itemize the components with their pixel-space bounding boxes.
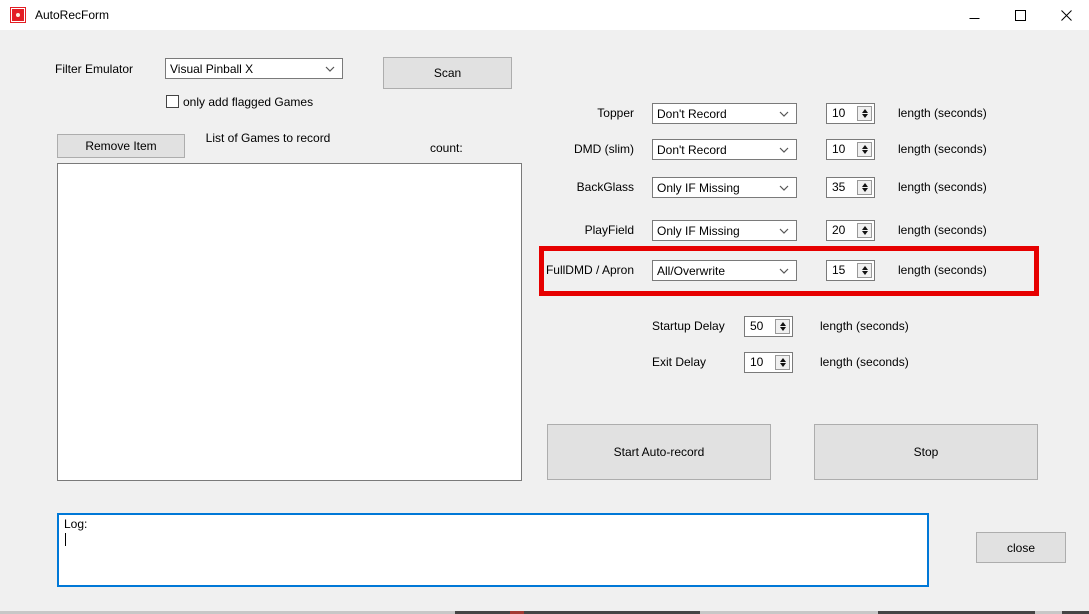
startup-delay-value: 50 — [750, 317, 763, 336]
arrow-down-icon[interactable] — [862, 231, 868, 235]
record-row-label: Topper — [470, 103, 634, 124]
chevron-down-icon — [779, 185, 789, 191]
length-spinner[interactable]: 10 — [826, 103, 875, 124]
up-down-arrows-icon[interactable] — [775, 355, 790, 370]
close-button[interactable]: close — [976, 532, 1066, 563]
record-mode-value: Don't Record — [657, 107, 727, 121]
arrow-up-icon[interactable] — [862, 145, 868, 149]
up-down-arrows-icon[interactable] — [857, 106, 872, 121]
minimize-button[interactable] — [951, 0, 997, 30]
length-spinner[interactable]: 20 — [826, 220, 875, 241]
start-auto-record-label: Start Auto-record — [614, 445, 705, 459]
length-unit-label: length (seconds) — [898, 177, 987, 198]
startup-delay-row: Startup Delay 50 length (seconds) — [0, 316, 1089, 337]
record-icon-ring — [16, 13, 20, 17]
up-down-arrows-icon[interactable] — [857, 263, 872, 278]
length-unit-label: length (seconds) — [898, 220, 987, 241]
up-down-arrows-icon[interactable] — [775, 319, 790, 334]
arrow-up-icon[interactable] — [862, 183, 868, 187]
arrow-up-icon[interactable] — [862, 226, 868, 230]
chevron-down-icon — [779, 147, 789, 153]
record-row-label: PlayField — [470, 220, 634, 241]
record-mode-value: Don't Record — [657, 143, 727, 157]
minimize-icon — [969, 10, 980, 21]
up-down-arrows-icon[interactable] — [857, 180, 872, 195]
arrow-down-icon[interactable] — [862, 271, 868, 275]
record-mode-select[interactable]: Don't Record — [652, 103, 797, 124]
maximize-icon — [1015, 10, 1026, 21]
length-unit-label: length (seconds) — [820, 316, 909, 337]
record-row-topper: Topper Don't Record 10 length (seconds) — [0, 103, 1089, 124]
chevron-down-icon — [779, 228, 789, 234]
scan-button[interactable]: Scan — [383, 57, 512, 89]
log-text: Log: — [64, 517, 87, 531]
length-spinner[interactable]: 35 — [826, 177, 875, 198]
record-row-playfield: PlayField Only IF Missing 20 length (sec… — [0, 220, 1089, 241]
length-unit-label: length (seconds) — [898, 260, 987, 281]
chevron-down-icon — [779, 111, 789, 117]
record-row-label: DMD (slim) — [470, 139, 634, 160]
startup-delay-label: Startup Delay — [652, 316, 725, 337]
record-mode-value: All/Overwrite — [657, 264, 725, 278]
arrow-down-icon[interactable] — [862, 150, 868, 154]
autorecform-window: AutoRecForm Filter Emulator Visual Pinba… — [0, 0, 1089, 614]
exit-delay-spinner[interactable]: 10 — [744, 352, 793, 373]
length-value: 15 — [832, 261, 845, 280]
record-mode-select[interactable]: Only IF Missing — [652, 177, 797, 198]
chevron-down-icon — [779, 268, 789, 274]
log-textarea[interactable]: Log: — [57, 513, 929, 587]
length-unit-label: length (seconds) — [898, 103, 987, 124]
record-row-label: FullDMD / Apron — [470, 260, 634, 281]
exit-delay-value: 10 — [750, 353, 763, 372]
record-mode-value: Only IF Missing — [657, 181, 740, 195]
arrow-up-icon[interactable] — [780, 322, 786, 326]
window-title: AutoRecForm — [35, 8, 109, 22]
record-row-label: BackGlass — [470, 177, 634, 198]
arrow-up-icon[interactable] — [862, 266, 868, 270]
close-window-button[interactable] — [1043, 0, 1089, 30]
arrow-down-icon[interactable] — [862, 188, 868, 192]
length-value: 10 — [832, 140, 845, 159]
length-value: 20 — [832, 221, 845, 240]
exit-delay-row: Exit Delay 10 length (seconds) — [0, 352, 1089, 373]
record-mode-value: Only IF Missing — [657, 224, 740, 238]
record-row-dmd-slim: DMD (slim) Don't Record 10 length (secon… — [0, 139, 1089, 160]
length-unit-label: length (seconds) — [820, 352, 909, 373]
arrow-down-icon[interactable] — [862, 114, 868, 118]
exit-delay-label: Exit Delay — [652, 352, 706, 373]
startup-delay-spinner[interactable]: 50 — [744, 316, 793, 337]
emulator-select[interactable]: Visual Pinball X — [165, 58, 343, 79]
length-spinner[interactable]: 15 — [826, 260, 875, 281]
titlebar: AutoRecForm — [0, 0, 1089, 30]
arrow-up-icon[interactable] — [780, 358, 786, 362]
record-mode-select[interactable]: Don't Record — [652, 139, 797, 160]
filter-emulator-label: Filter Emulator — [55, 62, 133, 76]
length-spinner[interactable]: 10 — [826, 139, 875, 160]
window-controls — [951, 0, 1089, 30]
record-mode-select[interactable]: All/Overwrite — [652, 260, 797, 281]
arrow-down-icon[interactable] — [780, 327, 786, 331]
record-row-backglass: BackGlass Only IF Missing 35 length (sec… — [0, 177, 1089, 198]
close-icon — [1061, 10, 1072, 21]
text-caret — [65, 533, 66, 546]
record-icon-core — [12, 9, 24, 21]
length-value: 35 — [832, 178, 845, 197]
record-icon — [10, 7, 26, 23]
record-mode-select[interactable]: Only IF Missing — [652, 220, 797, 241]
length-unit-label: length (seconds) — [898, 139, 987, 160]
up-down-arrows-icon[interactable] — [857, 142, 872, 157]
maximize-button[interactable] — [997, 0, 1043, 30]
stop-button[interactable]: Stop — [814, 424, 1038, 480]
arrow-up-icon[interactable] — [862, 109, 868, 113]
start-auto-record-button[interactable]: Start Auto-record — [547, 424, 771, 480]
record-row-fulldmd-apron: FullDMD / Apron All/Overwrite 15 length … — [0, 260, 1089, 281]
emulator-selected-value: Visual Pinball X — [170, 62, 253, 76]
length-value: 10 — [832, 104, 845, 123]
scan-button-label: Scan — [434, 66, 461, 80]
chevron-down-icon — [325, 66, 335, 72]
close-button-label: close — [1007, 541, 1035, 555]
up-down-arrows-icon[interactable] — [857, 223, 872, 238]
arrow-down-icon[interactable] — [780, 363, 786, 367]
stop-button-label: Stop — [914, 445, 939, 459]
